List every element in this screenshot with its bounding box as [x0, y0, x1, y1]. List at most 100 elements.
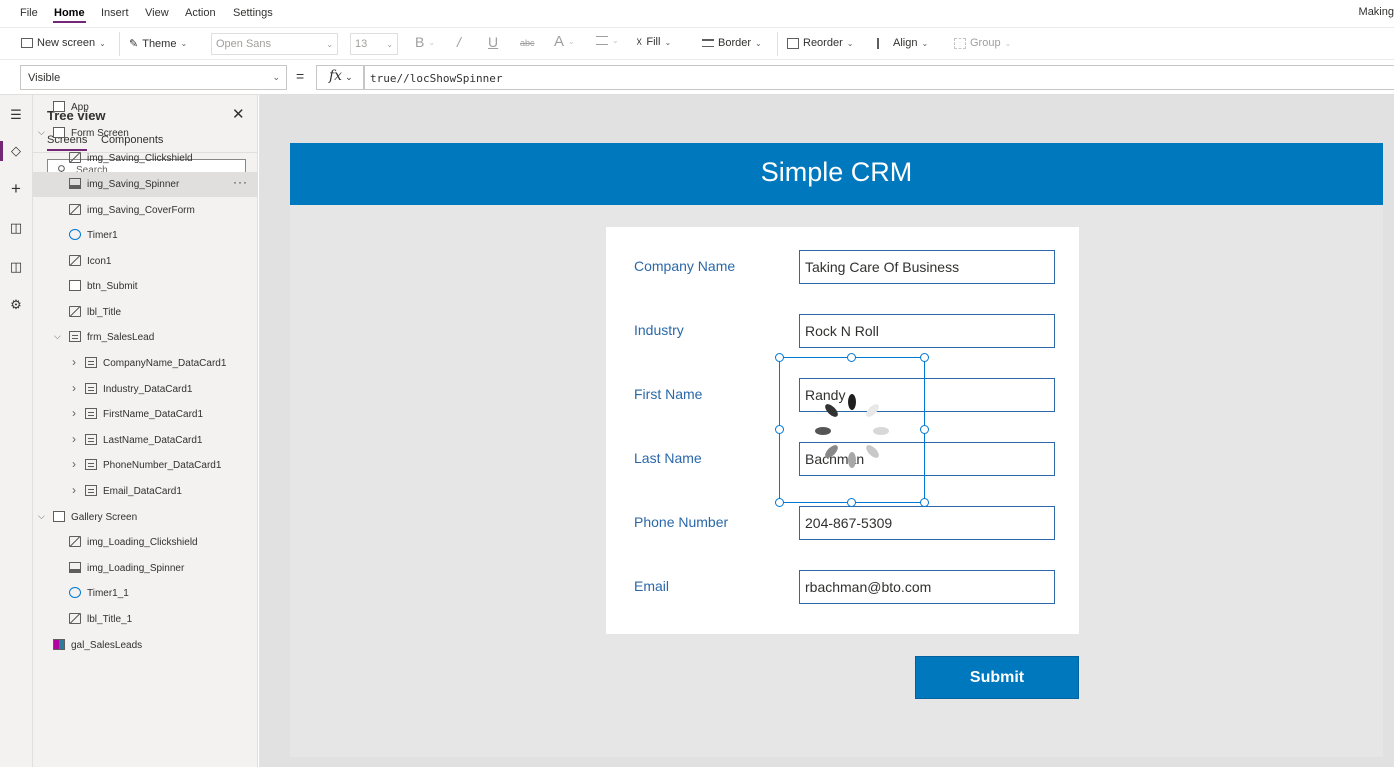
- plus-icon[interactable]: +: [8, 180, 24, 197]
- field-label: Company Name: [634, 258, 736, 274]
- tree-item[interactable]: Icon1: [33, 249, 257, 274]
- chevron-down-icon[interactable]: ⌵: [54, 331, 61, 342]
- resize-handle[interactable]: [920, 425, 929, 434]
- field-input[interactable]: Taking Care Of Business: [799, 250, 1055, 284]
- layers-icon[interactable]: ◇: [8, 143, 24, 159]
- chevron-down-icon[interactable]: ⌵: [38, 127, 45, 138]
- field-input[interactable]: Rock N Roll: [799, 314, 1055, 348]
- border-button[interactable]: Border ⌄: [702, 37, 762, 49]
- tree-item[interactable]: › LastName_DataCard1: [33, 428, 257, 453]
- reorder-icon: [787, 37, 799, 49]
- field-input[interactable]: rbachman@bto.com: [799, 570, 1055, 604]
- underline-button[interactable]: U: [488, 34, 498, 50]
- reorder-label: Reorder: [803, 37, 843, 49]
- card-icon: [85, 434, 97, 445]
- chevron-down-icon: ⌄: [272, 72, 280, 82]
- menu-action[interactable]: Action: [185, 7, 216, 19]
- chevron-right-icon[interactable]: ›: [72, 457, 76, 471]
- fill-button[interactable]: ☓ Fill ⌄: [636, 35, 671, 49]
- app-header[interactable]: Simple CRM: [290, 143, 1383, 205]
- tree-item[interactable]: ›gal_SalesLeads: [33, 633, 257, 658]
- chevron-down-icon[interactable]: ⌵: [38, 511, 45, 522]
- menu-file[interactable]: File: [20, 7, 38, 19]
- chevron-right-icon[interactable]: ›: [72, 432, 76, 446]
- tree-item-label: Timer1_1: [87, 588, 129, 599]
- tools-icon[interactable]: ⚙: [8, 297, 24, 313]
- tree-item[interactable]: img_Loading_Clickshield: [33, 530, 257, 555]
- property-dropdown[interactable]: Visible ⌄: [20, 65, 287, 90]
- font-color-button[interactable]: A ⌄: [554, 33, 575, 50]
- theme-label: Theme: [142, 37, 177, 50]
- tree-item[interactable]: img_Saving_CoverForm: [33, 198, 257, 223]
- database-icon[interactable]: ◫: [8, 220, 24, 236]
- resize-handle[interactable]: [775, 353, 784, 362]
- tree-item[interactable]: ⌵ Gallery Screen: [33, 505, 257, 530]
- resize-handle[interactable]: [920, 353, 929, 362]
- label-icon: [69, 613, 81, 624]
- tree-item[interactable]: img_Saving_Spinner ···: [33, 172, 257, 197]
- menu-insert[interactable]: Insert: [101, 7, 129, 19]
- resize-handle[interactable]: [775, 425, 784, 434]
- tree-item[interactable]: › CompanyName_DataCard1: [33, 351, 257, 376]
- theme-button[interactable]: ✎ Theme ⌄: [129, 37, 187, 51]
- tree-item[interactable]: › Email_DataCard1: [33, 479, 257, 504]
- italic-label: /: [457, 34, 461, 50]
- chevron-down-icon: ⌄: [664, 37, 672, 47]
- tree-item-label: img_Saving_Clickshield: [87, 153, 193, 164]
- chevron-right-icon[interactable]: ›: [72, 406, 76, 420]
- resize-handle[interactable]: [847, 353, 856, 362]
- selection-frame[interactable]: [779, 357, 925, 503]
- tree-item[interactable]: App: [33, 95, 257, 120]
- button-icon: [69, 280, 81, 291]
- formula-input[interactable]: true//locShowSpinner: [364, 65, 1394, 90]
- chevron-right-icon[interactable]: ›: [72, 381, 76, 395]
- tree-item[interactable]: Timer1_1: [33, 581, 257, 606]
- new-screen-button[interactable]: New screen ⌄: [21, 37, 106, 49]
- strikethrough-label: abc: [520, 38, 535, 48]
- fx-button[interactable]: fx ⌄: [316, 65, 364, 90]
- submit-button[interactable]: Submit: [915, 656, 1079, 699]
- field-input[interactable]: 204-867-5309: [799, 506, 1055, 540]
- menu-bar: File Home Insert View Action Settings Ma…: [0, 0, 1394, 27]
- menu-settings[interactable]: Settings: [233, 7, 273, 19]
- media-icon[interactable]: ◫: [8, 259, 24, 275]
- tree-item[interactable]: lbl_Title: [33, 300, 257, 325]
- tree-item[interactable]: › Industry_DataCard1: [33, 377, 257, 402]
- bold-button[interactable]: B ⌄: [415, 34, 435, 50]
- align-button[interactable]: Align ⌄: [877, 37, 928, 49]
- text-align-button[interactable]: ⌄: [596, 36, 619, 45]
- resize-handle[interactable]: [775, 498, 784, 507]
- hamburger-menu-icon[interactable]: ☰: [8, 107, 24, 123]
- more-options-icon[interactable]: ···: [233, 175, 248, 189]
- border-label: Border: [718, 37, 752, 49]
- tree-item[interactable]: img_Loading_Spinner: [33, 556, 257, 581]
- menu-home[interactable]: Home: [54, 7, 85, 19]
- italic-button[interactable]: /: [457, 34, 461, 50]
- new-screen-label: New screen: [37, 37, 96, 49]
- tree-item[interactable]: btn_Submit: [33, 274, 257, 299]
- font-size-dropdown[interactable]: 13 ⌄: [350, 33, 398, 55]
- chevron-down-icon: ⌄: [755, 38, 762, 48]
- menu-view[interactable]: View: [145, 7, 169, 19]
- tree-item[interactable]: lbl_Title_1: [33, 607, 257, 632]
- tree-item[interactable]: › FirstName_DataCard1: [33, 402, 257, 427]
- strikethrough-button[interactable]: abc: [520, 38, 535, 48]
- chevron-down-icon: ⌄: [326, 39, 333, 49]
- tree-item-label: App: [71, 102, 89, 113]
- tree-item-label: Timer1: [87, 230, 118, 241]
- reorder-button[interactable]: Reorder ⌄: [787, 37, 853, 49]
- tree-item[interactable]: › PhoneNumber_DataCard1: [33, 453, 257, 478]
- resize-handle[interactable]: [847, 498, 856, 507]
- chevron-right-icon[interactable]: ›: [72, 355, 76, 369]
- tree-item[interactable]: ⌵ frm_SalesLead: [33, 325, 257, 350]
- screen-icon: [53, 127, 65, 138]
- paint-bucket-icon: ☓: [636, 35, 643, 49]
- resize-handle[interactable]: [920, 498, 929, 507]
- tree-item[interactable]: ⌵ Form Screen: [33, 121, 257, 146]
- font-family-dropdown[interactable]: Open Sans ⌄: [211, 33, 338, 55]
- tree-item[interactable]: Timer1: [33, 223, 257, 248]
- tree-item[interactable]: img_Saving_Clickshield: [33, 146, 257, 171]
- chevron-right-icon[interactable]: ›: [72, 483, 76, 497]
- theme-icon: ✎: [129, 38, 139, 50]
- group-button[interactable]: Group ⌄: [954, 37, 1011, 49]
